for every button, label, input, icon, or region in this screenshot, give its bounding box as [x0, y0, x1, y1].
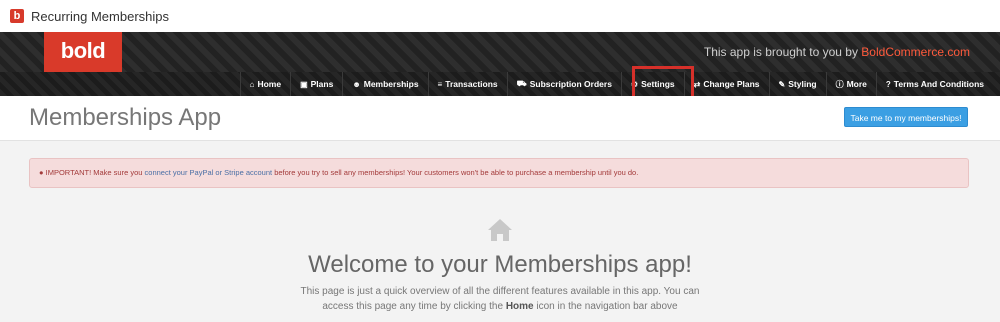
nav-item-more[interactable]: ⓘ More	[825, 72, 876, 96]
window-titlebar: b Recurring Memberships	[0, 0, 1000, 32]
important-alert: ● IMPORTANT! Make sure you connect your …	[29, 158, 969, 188]
info-icon: ⓘ	[835, 79, 844, 89]
bold-logo[interactable]: bold	[44, 32, 122, 72]
welcome-line-1: This page is just a quick overview of al…	[300, 286, 700, 297]
home-icon	[488, 219, 512, 241]
question-icon: ?	[885, 79, 891, 89]
main-nav: ⌂ Home ▣ Plans ☻ Memberships ≡ Transactions ⛟ Sub…	[0, 72, 1000, 96]
home-word: Home	[505, 301, 534, 312]
users-icon: ☻	[352, 79, 361, 89]
list-icon: ≡	[437, 79, 443, 89]
nav-item-label: Plans	[310, 79, 334, 89]
app-logo-icon: b	[10, 9, 24, 23]
welcome-line-2: access this page any time by clicking th…	[0, 299, 1000, 314]
connect-account-link[interactable]: connect your PayPal or Stripe account	[145, 168, 273, 177]
nav-item-label: Transactions	[445, 79, 498, 89]
brush-icon: ✎	[778, 79, 786, 89]
home-icon: ⌂	[249, 79, 255, 89]
welcome-line-2-suffix: icon in the navigation bar above	[533, 301, 678, 312]
take-me-to-memberships-button[interactable]: Take me to my memberships!	[844, 107, 968, 127]
nav-item-label: Change Plans	[703, 79, 760, 89]
alert-prefix: IMPORTANT! Make sure you	[43, 168, 145, 177]
page-title: Memberships App	[29, 104, 222, 131]
welcome-heading: Welcome to your Memberships app!	[308, 251, 692, 278]
window-title: Recurring Memberships	[31, 8, 169, 24]
exchange-icon: ⇄	[693, 79, 701, 89]
welcome-line-2-prefix: access this page any time by clicking th…	[322, 301, 506, 312]
nav-item-styling[interactable]: ✎ Styling	[768, 72, 826, 96]
cart-icon: ⛟	[516, 79, 527, 88]
plans-icon: ▣	[300, 79, 308, 89]
nav-item-plans[interactable]: ▣ Plans	[290, 72, 342, 96]
nav-item-label: More	[846, 79, 867, 89]
nav-item-label: Terms And Conditions	[893, 79, 984, 89]
nav-item-transactions[interactable]: ≡ Transactions	[427, 72, 507, 96]
app-header: bold This app is brought to you by BoldC…	[0, 32, 1000, 72]
alert-suffix: before you try to sell any memberships! …	[272, 168, 639, 177]
nav-item-label: Subscription Orders	[529, 79, 612, 89]
welcome-description: This page is just a quick overview of al…	[0, 284, 1000, 314]
nav-item-label: Home	[257, 79, 282, 89]
nav-item-terms-and-conditions[interactable]: ? Terms And Conditions	[875, 72, 1000, 96]
nav-item-subscription-orders[interactable]: ⛟ Subscription Orders	[506, 72, 621, 96]
nav-item-label: Memberships	[363, 79, 419, 89]
nav-item-home[interactable]: ⌂ Home	[239, 72, 290, 96]
nav-item-label: Styling	[788, 79, 817, 89]
brought-prefix: This app is brought to you by	[703, 45, 862, 59]
boldcommerce-link[interactable]: BoldCommerce.com	[861, 45, 970, 59]
nav-item-change-plans[interactable]: ⇄ Change Plans	[683, 72, 769, 96]
page-header: Memberships App Take me to my membership…	[0, 96, 1000, 141]
brought-to-you-text: This app is brought to you by BoldCommer…	[704, 45, 970, 59]
nav-item-memberships[interactable]: ☻ Memberships	[342, 72, 427, 96]
